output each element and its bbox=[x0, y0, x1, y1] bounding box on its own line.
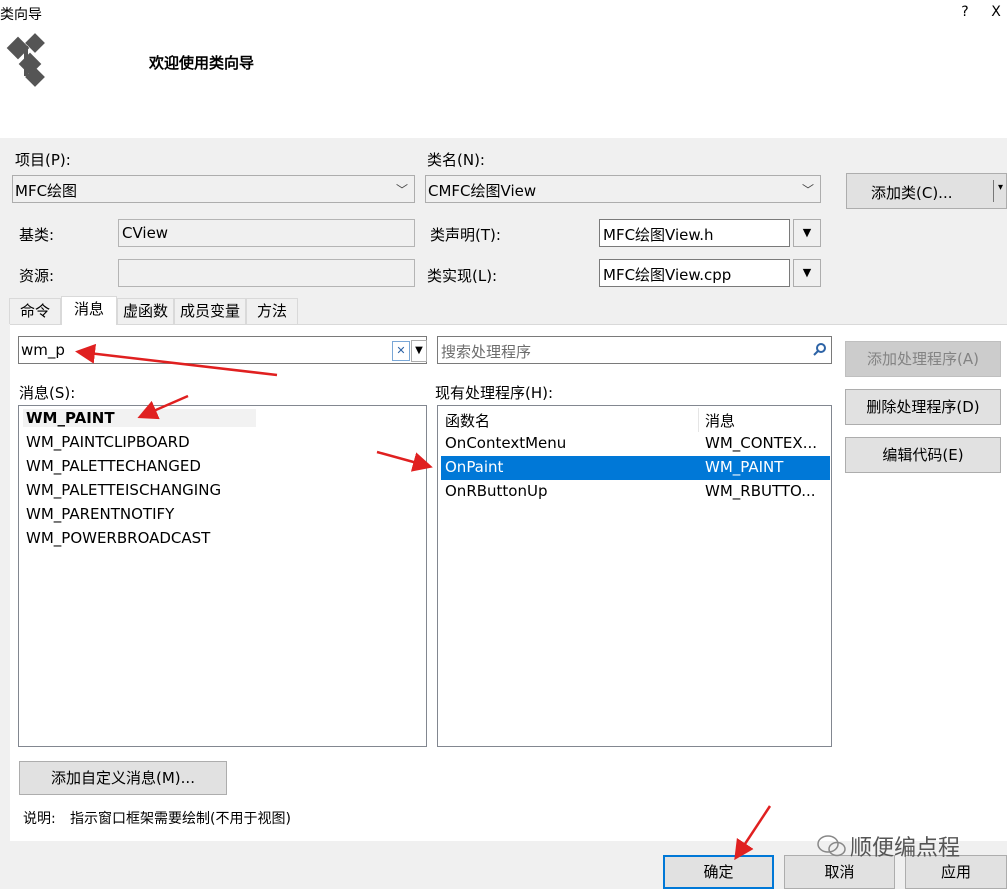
message-cell: WM_RBUTTO... bbox=[705, 482, 816, 500]
caret-down-icon: ▼ bbox=[802, 226, 812, 239]
function-cell: OnRButtonUp bbox=[445, 482, 548, 500]
add-handler-button[interactable]: 添加处理程序(A) bbox=[845, 341, 1001, 377]
project-label: 项目(P): bbox=[15, 151, 71, 169]
function-cell: OnPaint bbox=[445, 458, 504, 476]
chevron-down-icon: ﹀ bbox=[801, 183, 814, 197]
split-arrow-icon[interactable]: ▾ bbox=[998, 182, 1003, 193]
add-class-label: 添加类(C)... bbox=[871, 184, 953, 202]
declaration-dropdown-button[interactable]: ▼ bbox=[793, 219, 821, 247]
table-row[interactable]: OnPaint WM_PAINT bbox=[441, 456, 830, 480]
base-class-value: CView bbox=[122, 224, 169, 242]
classname-value: CMFC绘图View bbox=[428, 182, 537, 200]
message-filter-value: wm_p bbox=[21, 341, 65, 359]
class-implementation-field[interactable]: MFC绘图View.cpp bbox=[599, 259, 790, 287]
existing-handlers-table[interactable]: 函数名 消息 OnContextMenu WM_CONTEX... OnPain… bbox=[437, 405, 832, 747]
tab-member-variables[interactable]: 成员变量 bbox=[174, 298, 246, 324]
handler-search-placeholder: 搜索处理程序 bbox=[441, 343, 532, 361]
add-custom-message-button[interactable]: 添加自定义消息(M)... bbox=[19, 761, 227, 795]
wechat-icon bbox=[817, 835, 846, 857]
resource-field bbox=[118, 259, 415, 287]
welcome-title: 欢迎使用类向导 bbox=[149, 54, 255, 72]
project-combo[interactable]: MFC绘图 ﹀ bbox=[12, 175, 415, 203]
column-header-function[interactable]: 函数名 bbox=[445, 410, 490, 431]
message-filter-input[interactable]: wm_p ✕ ▼ bbox=[18, 336, 427, 364]
help-button[interactable]: ? bbox=[955, 4, 975, 20]
clear-icon[interactable]: ✕ bbox=[392, 341, 410, 361]
list-item[interactable]: WM_PALETTECHANGED bbox=[26, 457, 201, 475]
column-header-message[interactable]: 消息 bbox=[705, 410, 735, 431]
base-class-field: CView bbox=[118, 219, 415, 247]
classname-combo[interactable]: CMFC绘图View ﹀ bbox=[425, 175, 821, 203]
close-button[interactable]: X bbox=[986, 4, 1006, 20]
class-declaration-value: MFC绘图View.h bbox=[603, 226, 714, 244]
resource-label: 资源: bbox=[19, 267, 55, 285]
messages-label: 消息(S): bbox=[19, 384, 76, 402]
message-cell: WM_CONTEX... bbox=[705, 434, 817, 452]
list-item[interactable]: WM_PAINT bbox=[23, 409, 256, 427]
tab-methods[interactable]: 方法 bbox=[246, 298, 298, 324]
caret-down-icon[interactable]: ▼ bbox=[411, 340, 427, 362]
table-row[interactable]: OnContextMenu WM_CONTEX... bbox=[441, 432, 830, 456]
implementation-dropdown-button[interactable]: ▼ bbox=[793, 259, 821, 287]
delete-handler-button[interactable]: 删除处理程序(D) bbox=[845, 389, 1001, 425]
class-implementation-label: 类实现(L): bbox=[427, 267, 498, 285]
window-title: 类向导 bbox=[0, 7, 42, 23]
caret-down-icon: ▼ bbox=[802, 266, 812, 279]
table-row[interactable]: OnRButtonUp WM_RBUTTO... bbox=[441, 480, 830, 504]
description-label: 说明: bbox=[23, 811, 56, 827]
project-value: MFC绘图 bbox=[15, 182, 78, 200]
class-wizard-icon bbox=[6, 33, 45, 87]
watermark-text: 顺便编点程 bbox=[850, 836, 961, 861]
tab-commands[interactable]: 命令 bbox=[9, 298, 61, 324]
class-implementation-value: MFC绘图View.cpp bbox=[603, 266, 732, 284]
list-item[interactable]: WM_POWERBROADCAST bbox=[26, 529, 210, 547]
existing-handlers-label: 现有处理程序(H): bbox=[435, 384, 554, 402]
tab-messages[interactable]: 消息 bbox=[61, 296, 117, 325]
class-declaration-label: 类声明(T): bbox=[430, 226, 501, 244]
search-icon[interactable] bbox=[813, 343, 827, 357]
class-declaration-field[interactable]: MFC绘图View.h bbox=[599, 219, 790, 247]
edit-code-button[interactable]: 编辑代码(E) bbox=[845, 437, 1001, 473]
base-class-label: 基类: bbox=[19, 226, 55, 244]
handler-search-input[interactable]: 搜索处理程序 bbox=[437, 336, 832, 364]
description-text: 指示窗口框架需要绘制(不用于视图) bbox=[70, 811, 291, 827]
tab-virtual-functions[interactable]: 虚函数 bbox=[117, 298, 174, 324]
function-cell: OnContextMenu bbox=[445, 434, 567, 452]
list-item[interactable]: WM_PAINTCLIPBOARD bbox=[26, 433, 190, 451]
list-item[interactable]: WM_PALETTEISCHANGING bbox=[26, 481, 221, 499]
list-item[interactable]: WM_PARENTNOTIFY bbox=[26, 505, 174, 523]
ok-button[interactable]: 确定 bbox=[663, 855, 774, 889]
message-cell: WM_PAINT bbox=[705, 458, 784, 476]
messages-list[interactable]: WM_PAINT WM_PAINTCLIPBOARD WM_PALETTECHA… bbox=[18, 405, 427, 747]
classname-label: 类名(N): bbox=[427, 151, 485, 169]
add-class-button[interactable]: 添加类(C)... ▾ bbox=[846, 173, 1007, 209]
chevron-down-icon: ﹀ bbox=[395, 183, 408, 197]
